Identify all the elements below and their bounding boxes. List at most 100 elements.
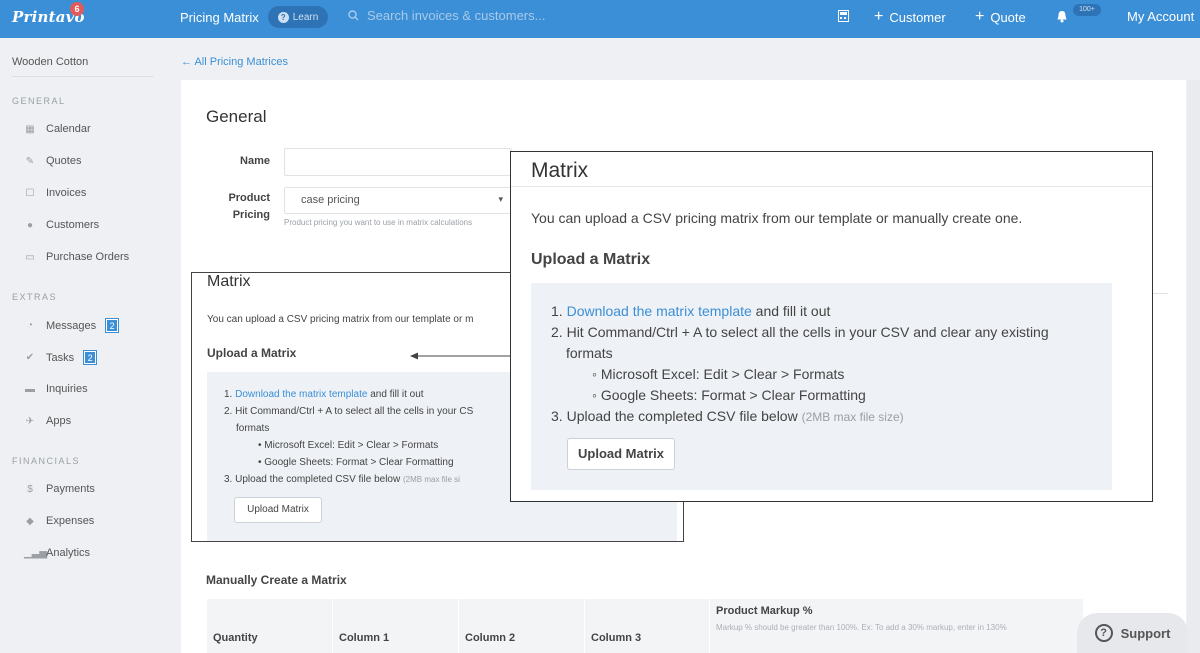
edit-doc-icon: ☐ [25, 187, 35, 199]
product-pricing-label-line2: Pricing [232, 209, 270, 221]
sidebar-item-customers[interactable]: ● Customers [24, 219, 99, 231]
file-size-note: (2MB max file si [403, 475, 460, 484]
sidebar-item-label: Purchase Orders [46, 251, 130, 263]
product-pricing-select[interactable]: case pricing ▾ [284, 187, 512, 214]
upload-heading: Upload a Matrix [531, 251, 651, 268]
messages-count-badge: 2 [105, 318, 120, 333]
bar-chart-icon: ▁▃▅ [24, 547, 48, 559]
step-number: 3. [224, 474, 233, 485]
bullet-text: Microsoft Excel: Edit > Clear > Formats [600, 366, 845, 382]
pencil-icon: ✎ [25, 155, 35, 167]
sidebar-item-quotes[interactable]: ✎ Quotes [24, 155, 82, 167]
bullet-sheets: ◦ Google Sheets: Format > Clear Formatti… [592, 387, 866, 403]
brand-notification-badge: 6 [70, 2, 84, 16]
name-input[interactable] [284, 148, 512, 176]
column-header-markup: Product Markup % Markup % should be grea… [710, 599, 1083, 653]
search-input[interactable] [367, 8, 627, 23]
step-text: Hit Command/Ctrl + A to select all the c… [235, 406, 474, 417]
calendar-icon: ▦ [25, 123, 35, 135]
my-account-link[interactable]: My Account [1127, 9, 1194, 24]
sidebar-item-tasks[interactable]: ✔ Tasks 2 [24, 350, 98, 365]
step-2-continued: formats [236, 423, 270, 434]
general-heading: General [206, 107, 267, 126]
sidebar-item-messages[interactable]: ◔ Messages 2 [24, 318, 120, 333]
sidebar-item-label: Inquiries [46, 383, 88, 395]
chevron-down-icon: ▾ [498, 194, 503, 204]
step-2-continued: formats [566, 345, 613, 361]
sidebar-item-expenses[interactable]: ◆ Expenses [24, 515, 94, 527]
step-number: 1. [224, 389, 233, 400]
support-button[interactable]: ? Support [1077, 613, 1188, 653]
step-text: and fill it out [751, 303, 831, 319]
learn-button[interactable]: ? Learn [268, 6, 328, 28]
sidebar-item-label: Tasks [46, 351, 75, 364]
bullet-text: Microsoft Excel: Edit > Clear > Formats [264, 440, 439, 451]
markup-description: Markup % should be greater than 100%. Ex… [716, 623, 1007, 632]
matrix-zoom-callout: Matrix You can upload a CSV pricing matr… [510, 151, 1153, 502]
step-text: Upload the completed CSV file below [566, 408, 802, 424]
bell-icon[interactable] [1056, 10, 1068, 23]
upload-heading: Upload a Matrix [207, 346, 297, 360]
bullet-text: Google Sheets: Format > Clear Formatting [264, 457, 454, 468]
section-financials: FINANCIALS [12, 456, 81, 466]
upload-matrix-button[interactable]: Upload Matrix [234, 497, 322, 523]
plus-icon: + [874, 8, 884, 25]
sidebar-item-label: Calendar [46, 123, 91, 135]
sidebar-item-label: Quotes [46, 155, 82, 167]
download-template-link[interactable]: Download the matrix template [567, 303, 752, 319]
step-2: 2. Hit Command/Ctrl + A to select all th… [224, 406, 473, 417]
search-icon [348, 10, 359, 21]
step-number: 2. [551, 324, 563, 340]
matrix-intro: You can upload a CSV pricing matrix from… [531, 210, 1023, 226]
company-name[interactable]: Wooden Cotton [12, 56, 88, 68]
matrix-heading: Matrix [207, 273, 251, 290]
sidebar-item-analytics[interactable]: ▁▃▅ Analytics [24, 547, 90, 559]
step-3: 3. Upload the completed CSV file below (… [224, 474, 460, 485]
select-value: case pricing [301, 194, 360, 206]
sidebar-item-purchase-orders[interactable]: ▭ Purchase Orders [24, 251, 129, 263]
question-icon: ? [277, 11, 289, 23]
column-header-1: Column 1 [333, 599, 459, 653]
bullet-excel: ◦ Microsoft Excel: Edit > Clear > Format… [592, 366, 845, 382]
step-number: 1. [551, 303, 563, 319]
upload-matrix-button[interactable]: Upload Matrix [567, 438, 675, 470]
add-customer-button[interactable]: + Customer [874, 9, 946, 25]
sidebar-item-apps[interactable]: ✈ Apps [24, 415, 71, 427]
sidebar-item-label: Analytics [46, 547, 91, 559]
markup-title: Product Markup % [716, 605, 813, 617]
callout-arrow [410, 352, 512, 360]
step-3: 3. Upload the completed CSV file below (… [551, 408, 904, 424]
sidebar-item-label: Invoices [46, 187, 87, 199]
step-number: 2. [224, 406, 233, 417]
sidebar: Wooden Cotton GENERAL ▦ Calendar ✎ Quote… [0, 38, 166, 653]
divider [511, 186, 1152, 187]
bullet-text: Google Sheets: Format > Clear Formatting [600, 387, 866, 403]
product-pricing-label-line1: Product [228, 192, 270, 204]
sidebar-item-payments[interactable]: $ Payments [24, 483, 95, 495]
add-quote-button[interactable]: + Quote [975, 9, 1026, 25]
step-number: 3. [551, 408, 563, 424]
sidebar-item-label: Messages [46, 319, 97, 332]
matrix-table-header: Quantity Column 1 Column 2 Column 3 Prod… [207, 599, 1083, 653]
search-bar [348, 8, 627, 23]
product-pricing-hint: Product pricing you want to use in matri… [284, 218, 473, 227]
sidebar-item-invoices[interactable]: ☐ Invoices [24, 187, 87, 199]
sidebar-item-label: Expenses [46, 515, 95, 527]
document-icon: ▭ [25, 251, 35, 263]
add-customer-label: Customer [889, 9, 946, 25]
sidebar-item-calendar[interactable]: ▦ Calendar [24, 123, 91, 135]
plus-icon: + [975, 8, 985, 25]
sidebar-item-label: Customers [46, 219, 100, 231]
download-template-link[interactable]: Download the matrix template [235, 389, 367, 400]
step-1: 1. Download the matrix template and fill… [551, 303, 830, 319]
calculator-icon[interactable] [838, 10, 849, 22]
user-icon: ● [26, 219, 34, 231]
sidebar-item-label: Payments [46, 483, 95, 495]
nav-page-title[interactable]: Pricing Matrix [180, 10, 259, 25]
breadcrumb-back-link[interactable]: ← All Pricing Matrices [181, 56, 288, 68]
name-label: Name [240, 155, 270, 167]
step-text: and fill it out [367, 389, 424, 400]
scrollbar[interactable] [1187, 80, 1200, 653]
upload-panel: 1. Download the matrix template and fill… [531, 283, 1112, 490]
sidebar-item-inquiries[interactable]: ▬ Inquiries [24, 383, 88, 395]
